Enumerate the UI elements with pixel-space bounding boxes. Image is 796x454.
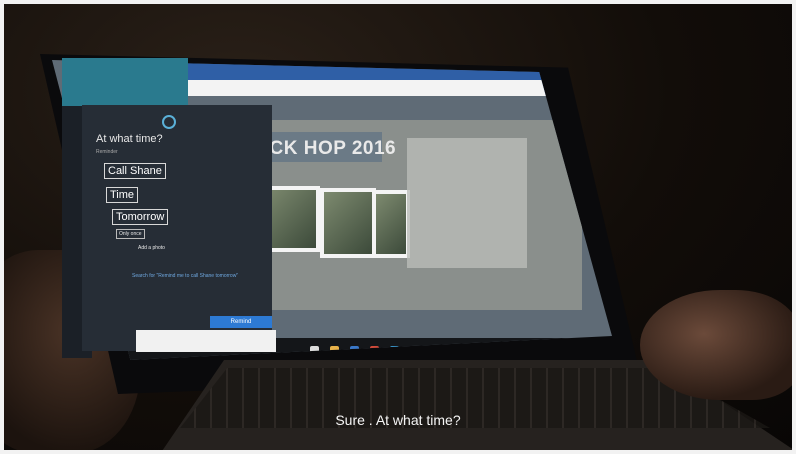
cortana-search-bar[interactable] (136, 330, 276, 352)
reminder-label: Reminder (96, 149, 118, 155)
chip-call-shane[interactable]: Call Shane (104, 163, 166, 179)
remind-button[interactable]: Remind (210, 316, 272, 328)
chip-time[interactable]: Time (106, 187, 139, 203)
right-hand (640, 290, 796, 400)
cortana-circle-icon (162, 115, 176, 129)
document-photo (372, 190, 410, 258)
search-hint[interactable]: Search for "Remind me to call Shane tomo… (132, 273, 242, 279)
add-photo-link[interactable]: Add a photo (138, 245, 165, 251)
chip-tomorrow[interactable]: Tomorrow (112, 209, 169, 225)
cortana-question: At what time? (96, 133, 163, 145)
photo-scene: ROCK HOP 2016 At what time? Reminder Cal… (0, 0, 796, 454)
document-photo (320, 188, 376, 258)
video-subtitle: Sure . At what time? (335, 412, 461, 428)
cortana-panel: At what time? Reminder Call Shane Time T… (82, 105, 272, 351)
repeat-dropdown[interactable]: Only once (116, 229, 145, 239)
start-menu-tile (62, 58, 188, 106)
document-text-block (407, 138, 527, 268)
